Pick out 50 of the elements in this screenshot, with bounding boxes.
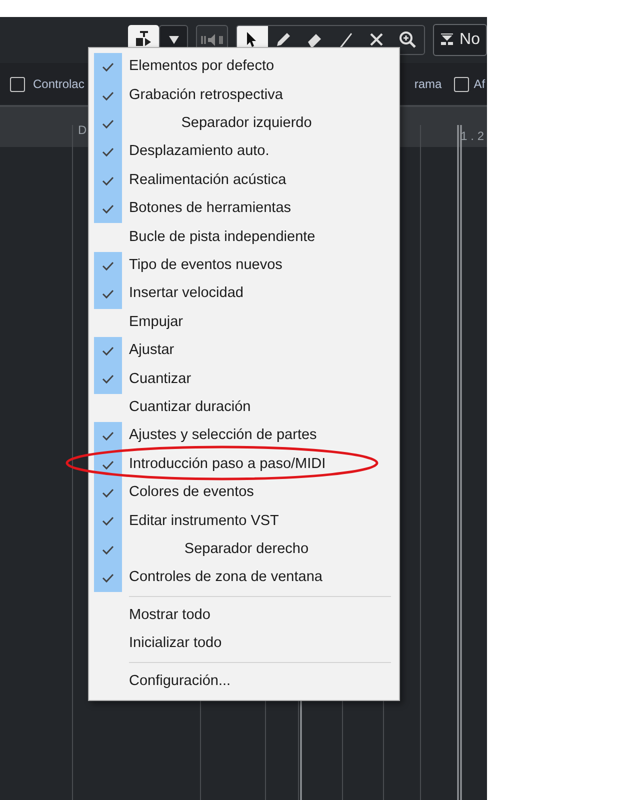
option-label: rama [414,76,442,93]
menu-item[interactable]: Colores de eventos [89,478,399,508]
menu-item[interactable]: Separador izquierdo [89,110,399,138]
checkmark-icon [102,544,114,555]
menu-item[interactable]: Controles de zona de ventana [89,564,399,592]
checkmark-icon [102,460,114,470]
menu-item[interactable]: Ajustar [89,336,399,366]
checkmark-icon [102,90,114,101]
menu-item[interactable]: Configuración... [89,667,399,696]
option-label: Controlac [33,76,84,93]
ruler-label: 1 . 2 [460,128,484,145]
menu-item[interactable]: Tipo de eventos nuevos [89,252,399,280]
caret-icon [168,36,179,44]
checkmark-icon [102,204,114,214]
menu-item[interactable]: Elementos por defecto [89,53,399,82]
checkmark-icon [102,346,114,356]
menu-item[interactable]: Separador derecho [89,536,399,564]
checkmark-icon [102,62,114,72]
checkbox[interactable] [10,76,25,92]
checkmark-icon [102,176,114,186]
checkbox[interactable] [454,76,469,92]
menu-item[interactable]: Botones de herramientas [89,194,399,224]
menu-item[interactable]: Introducción paso a paso/MIDI [89,450,399,479]
speaker-icon [201,33,224,47]
menu-item[interactable]: Bucle de pista independiente [89,223,399,252]
menu-item[interactable]: Editar instrumento VST [89,507,399,536]
checkmark-icon [102,374,114,384]
checkmark-icon [102,573,114,584]
menu-item[interactable]: Mostrar todo [89,601,399,630]
checkmark-icon [102,431,114,442]
menu-item[interactable]: Inicializar todo [89,630,399,658]
menu-item[interactable]: Cuantizar duración [89,394,399,422]
checkmark-icon [102,118,114,129]
align-icon [440,33,454,47]
option-label: Af [474,76,486,93]
checkmark-icon [102,488,114,498]
zoom-icon [398,30,418,50]
menu-item[interactable]: Grabación retrospectiva [89,81,399,110]
menu-item[interactable]: Desplazamiento auto. [89,138,399,167]
menu-item[interactable]: Realimentación acústica [89,166,399,195]
checkmark-icon [102,260,114,271]
menu-item[interactable]: Ajustes y selección de partes [89,422,399,450]
checkmark-icon [102,147,114,158]
menu-item[interactable]: Empujar [89,308,399,337]
mode-dropdown[interactable]: No [432,24,487,56]
menu-item[interactable]: Insertar velocidad [89,280,399,309]
checkmark-icon [102,289,114,300]
ruler-label: D [78,122,87,139]
menu-item[interactable]: Cuantizar [89,365,399,394]
checkmark-icon [102,516,114,526]
